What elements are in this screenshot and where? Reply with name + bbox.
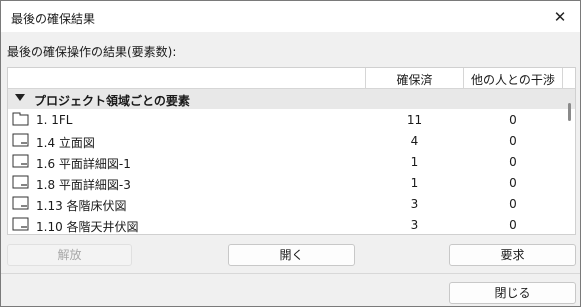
collapse-triangle-icon[interactable]	[15, 94, 25, 101]
table-row[interactable]: 1.4 立面図 4 0	[8, 130, 568, 151]
request-button[interactable]: 要求	[449, 244, 576, 266]
column-header-conflicts[interactable]: 他の人との干渉	[464, 71, 562, 88]
table-row[interactable]: 1.8 平面詳細図-3 1 0	[8, 172, 568, 193]
row-name: 1.4 立面図	[36, 136, 95, 150]
row-reserved-count: 3	[410, 197, 419, 211]
table-row[interactable]: 1. 1FL 11 0	[8, 109, 568, 130]
group-label: プロジェクト領域ごとの要素	[34, 94, 190, 108]
row-reserved-count: 3	[410, 218, 419, 232]
floor-plan-icon	[12, 112, 29, 126]
result-dialog: 最後の確保結果 ✕ 最後の確保操作の結果(要素数): 確保済 他の人との干渉 プ…	[0, 0, 581, 307]
close-button[interactable]: 閉じる	[449, 282, 576, 304]
column-divider[interactable]	[562, 68, 563, 88]
table-row[interactable]: 1.6 平面詳細図-1 1 0	[8, 151, 568, 172]
row-conflict-count: 0	[509, 134, 517, 148]
row-name: 1.10 各階天井伏図	[36, 220, 139, 234]
results-table: 確保済 他の人との干渉 プロジェクト領域ごとの要素 1. 1FL 11 0 1.…	[7, 67, 576, 235]
column-header-reserved[interactable]: 確保済	[366, 71, 463, 88]
table-row[interactable]: 1.13 各階床伏図 3 0	[8, 193, 568, 214]
row-reserved-count: 11	[406, 113, 423, 127]
row-conflict-count: 0	[509, 218, 517, 232]
row-name: 1.13 各階床伏図	[36, 199, 127, 213]
row-name: 1.6 平面詳細図-1	[36, 157, 131, 171]
detail-view-icon	[12, 175, 29, 189]
row-reserved-count: 1	[410, 155, 419, 169]
row-name: 1.8 平面詳細図-3	[36, 178, 131, 192]
detail-view-icon	[12, 154, 29, 168]
elevation-view-icon	[12, 133, 29, 147]
title-bar: 最後の確保結果 ✕	[1, 1, 580, 32]
row-conflict-count: 0	[509, 113, 517, 127]
open-button[interactable]: 開く	[228, 244, 355, 266]
table-header: 確保済 他の人との干渉	[8, 68, 575, 89]
divider	[1, 273, 580, 274]
ceiling-view-icon	[12, 217, 29, 231]
row-conflict-count: 0	[509, 176, 517, 190]
vertical-scrollbar[interactable]	[568, 103, 571, 121]
row-conflict-count: 0	[509, 155, 517, 169]
group-row[interactable]: プロジェクト領域ごとの要素	[8, 89, 575, 109]
floor-finish-view-icon	[12, 196, 29, 210]
window-title: 最後の確保結果	[11, 12, 96, 26]
release-button[interactable]: 解放	[7, 244, 132, 266]
row-name: 1. 1FL	[36, 113, 73, 127]
table-row[interactable]: 1.10 各階天井伏図 3 0	[8, 214, 568, 234]
row-reserved-count: 1	[410, 176, 419, 190]
results-caption: 最後の確保操作の結果(要素数):	[7, 45, 177, 59]
row-conflict-count: 0	[509, 197, 517, 211]
row-reserved-count: 4	[410, 134, 419, 148]
close-icon[interactable]: ✕	[550, 7, 570, 27]
